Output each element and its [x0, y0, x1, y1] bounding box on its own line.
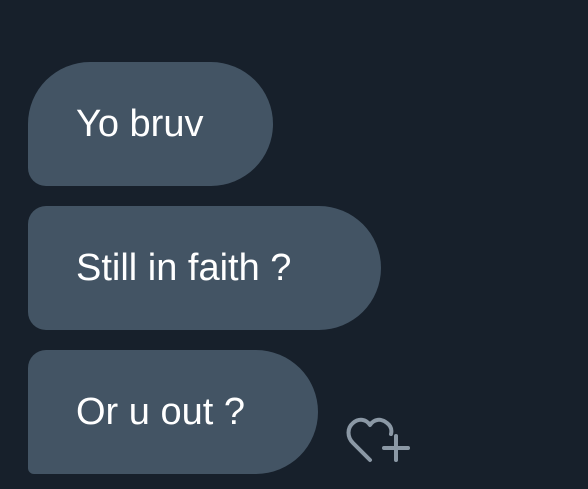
message-bubble[interactable]: Or u out ? [28, 350, 318, 474]
message-thread: Yo bruv Still in faith ? Or u out ? [0, 0, 588, 489]
heart-plus-icon [346, 417, 410, 462]
message-text: Or u out ? [76, 391, 245, 433]
message-bubble[interactable]: Yo bruv [28, 62, 273, 186]
message-text: Yo bruv [76, 103, 204, 145]
message-text: Still in faith ? [76, 247, 292, 289]
add-reaction-button[interactable] [344, 408, 412, 468]
message-bubble[interactable]: Still in faith ? [28, 206, 381, 330]
